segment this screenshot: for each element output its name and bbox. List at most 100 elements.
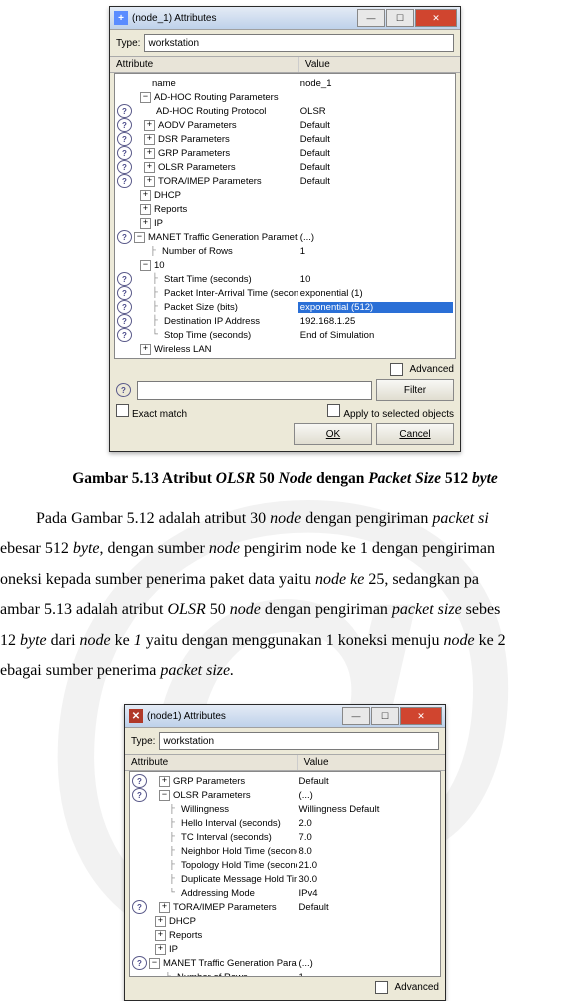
tree-row[interactable]: ?+GRP ParametersDefault: [130, 774, 440, 788]
help-icon[interactable]: ?: [132, 788, 147, 802]
tree-row[interactable]: ├ WillingnessWillingness Default: [130, 802, 440, 816]
tree-row[interactable]: └ Addressing ModeIPv4: [130, 886, 440, 900]
expand-icon[interactable]: +: [140, 218, 151, 229]
tree-row[interactable]: ├ TC Interval (seconds)7.0: [130, 830, 440, 844]
titlebar[interactable]: + (node_1) Attributes — ☐ ✕: [110, 7, 460, 30]
help-icon[interactable]: ?: [117, 286, 132, 300]
tree-row[interactable]: +DHCP: [115, 188, 455, 202]
help-icon[interactable]: ?: [117, 230, 132, 244]
tree-row[interactable]: ?AD-HOC Routing ProtocolOLSR: [115, 104, 455, 118]
collapse-icon[interactable]: −: [134, 232, 145, 243]
tree-row[interactable]: −10: [115, 258, 455, 272]
hdr-attribute[interactable]: Attribute: [125, 755, 298, 770]
tree-row[interactable]: ?├ Start Time (seconds)10: [115, 272, 455, 286]
help-icon[interactable]: ?: [117, 104, 132, 118]
tree-row[interactable]: ?├ Destination IP Address192.168.1.25: [115, 314, 455, 328]
filter-input[interactable]: [137, 381, 372, 400]
attr-value[interactable]: exponential (1): [298, 288, 453, 299]
expand-icon[interactable]: +: [155, 916, 166, 927]
help-icon[interactable]: ?: [117, 314, 132, 328]
expand-icon[interactable]: +: [140, 204, 151, 215]
hdr-attribute[interactable]: Attribute: [110, 57, 299, 72]
help-icon[interactable]: ?: [117, 118, 132, 132]
tree-row[interactable]: ├ Hello Interval (seconds)2.0: [130, 816, 440, 830]
hdr-value[interactable]: Value: [299, 57, 460, 72]
type-field[interactable]: workstation: [159, 732, 439, 750]
attr-value[interactable]: 10: [298, 274, 453, 285]
attr-value[interactable]: Default: [297, 902, 438, 913]
attr-value[interactable]: node_1: [298, 78, 453, 89]
minimize-button[interactable]: —: [357, 9, 385, 27]
tree-row[interactable]: ├ Duplicate Message Hold Time (sec...30.…: [130, 872, 440, 886]
expand-icon[interactable]: +: [159, 902, 170, 913]
help-icon[interactable]: ?: [132, 900, 147, 914]
ok-button[interactable]: OK: [294, 423, 372, 445]
hdr-value[interactable]: Value: [298, 755, 445, 770]
tree-row[interactable]: ?+AODV ParametersDefault: [115, 118, 455, 132]
tree-row[interactable]: ?−OLSR Parameters(...): [130, 788, 440, 802]
advanced-checkbox[interactable]: [375, 981, 388, 994]
tree-row[interactable]: ?+TORA/IMEP ParametersDefault: [115, 174, 455, 188]
tree-row[interactable]: ├ Neighbor Hold Time (seconds)8.0: [130, 844, 440, 858]
attr-value[interactable]: Default: [298, 134, 453, 145]
attr-value[interactable]: 8.0: [297, 846, 438, 857]
tree-row[interactable]: +Reports: [115, 202, 455, 216]
apply-checkbox[interactable]: [327, 404, 340, 417]
attribute-tree[interactable]: ?+GRP ParametersDefault?−OLSR Parameters…: [129, 771, 441, 977]
attr-value[interactable]: Default: [298, 148, 453, 159]
type-field[interactable]: workstation: [144, 34, 454, 52]
tree-row[interactable]: ?├ Packet Inter-Arrival Time (seconds)ex…: [115, 286, 455, 300]
attr-value[interactable]: 192.168.1.25: [298, 316, 453, 327]
attr-value[interactable]: Default: [298, 120, 453, 131]
attr-value[interactable]: (...): [298, 232, 453, 243]
expand-icon[interactable]: +: [140, 344, 151, 355]
tree-row[interactable]: ?−MANET Traffic Generation Parameters(..…: [115, 230, 455, 244]
expand-icon[interactable]: +: [144, 162, 155, 173]
attr-value[interactable]: 2.0: [297, 818, 438, 829]
expand-icon[interactable]: +: [144, 176, 155, 187]
filter-button[interactable]: Filter: [376, 379, 454, 401]
expand-icon[interactable]: +: [144, 134, 155, 145]
attr-value[interactable]: 1: [298, 246, 453, 257]
help-icon[interactable]: ?: [117, 160, 132, 174]
tree-row[interactable]: ?+GRP ParametersDefault: [115, 146, 455, 160]
attr-value[interactable]: Default: [297, 776, 438, 787]
attribute-tree[interactable]: namenode_1−AD-HOC Routing Parameters?AD-…: [114, 73, 456, 359]
attr-value[interactable]: Default: [298, 162, 453, 173]
attr-value[interactable]: End of Simulation: [298, 330, 453, 341]
tree-row[interactable]: −AD-HOC Routing Parameters: [115, 90, 455, 104]
tree-row[interactable]: +IP: [115, 216, 455, 230]
help-icon[interactable]: ?: [117, 272, 132, 286]
expand-icon[interactable]: +: [155, 944, 166, 955]
expand-icon[interactable]: +: [144, 120, 155, 131]
expand-icon[interactable]: +: [140, 190, 151, 201]
help-icon[interactable]: ?: [117, 146, 132, 160]
tree-row[interactable]: ├ Topology Hold Time (seconds)21.0: [130, 858, 440, 872]
tree-row[interactable]: ?−MANET Traffic Generation Parameters(..…: [130, 956, 440, 970]
maximize-button[interactable]: ☐: [386, 9, 414, 27]
tree-row[interactable]: ├ Number of Rows1: [130, 970, 440, 977]
expand-icon[interactable]: +: [159, 776, 170, 787]
attr-value[interactable]: (...): [297, 790, 438, 801]
attr-value[interactable]: (...): [297, 958, 438, 969]
tree-row[interactable]: ?├ Packet Size (bits)exponential (512): [115, 300, 455, 314]
tree-row[interactable]: ?+TORA/IMEP ParametersDefault: [130, 900, 440, 914]
attr-value[interactable]: IPv4: [297, 888, 438, 899]
close-button[interactable]: ✕: [400, 707, 442, 725]
collapse-icon[interactable]: −: [140, 260, 151, 271]
tree-row[interactable]: ?└ Stop Time (seconds)End of Simulation: [115, 328, 455, 342]
tree-row[interactable]: ?+OLSR ParametersDefault: [115, 160, 455, 174]
collapse-icon[interactable]: −: [159, 790, 170, 801]
tree-row[interactable]: ?+DSR ParametersDefault: [115, 132, 455, 146]
help-icon[interactable]: ?: [117, 132, 132, 146]
maximize-button[interactable]: ☐: [371, 707, 399, 725]
attr-value[interactable]: Default: [298, 176, 453, 187]
tree-row[interactable]: namenode_1: [115, 76, 455, 90]
tree-row[interactable]: +Wireless LAN: [115, 342, 455, 356]
close-button[interactable]: ✕: [415, 9, 457, 27]
attr-value[interactable]: Willingness Default: [297, 804, 438, 815]
help-icon[interactable]: ?: [132, 956, 147, 970]
attr-value[interactable]: 7.0: [297, 832, 438, 843]
tree-row[interactable]: +Reports: [130, 928, 440, 942]
tree-row[interactable]: +DHCP: [130, 914, 440, 928]
